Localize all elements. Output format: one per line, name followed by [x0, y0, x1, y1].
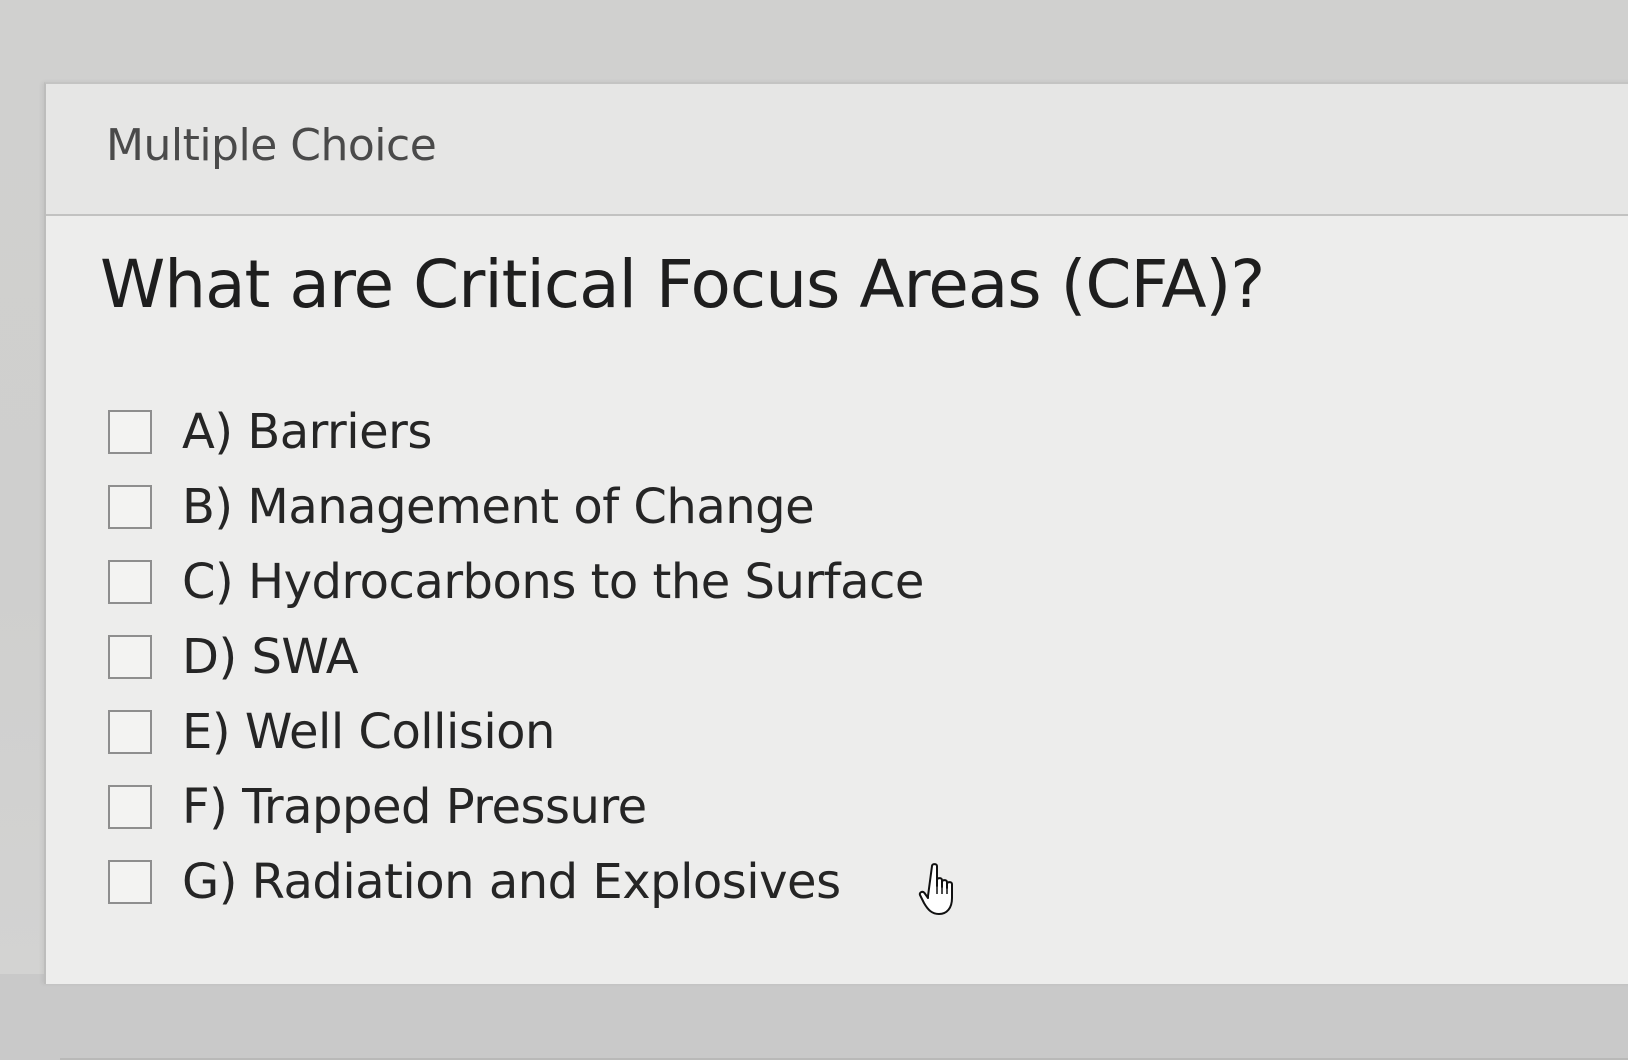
question-card: Multiple Choice What are Critical Focus …: [44, 82, 1628, 1060]
card-body: What are Critical Focus Areas (CFA)? A) …: [46, 216, 1628, 1060]
answer-option-e[interactable]: E) Well Collision: [108, 694, 924, 769]
answer-option-label: C) Hydrocarbons to the Surface: [182, 553, 924, 610]
checkbox-unchecked-icon[interactable]: [108, 634, 152, 679]
hand-pointer-icon: [918, 863, 953, 915]
answer-option-f[interactable]: F) Trapped Pressure: [108, 769, 924, 844]
answer-option-label: F) Trapped Pressure: [182, 778, 647, 835]
answer-option-a[interactable]: A) Barriers: [108, 394, 924, 469]
checkbox-unchecked-icon[interactable]: [108, 784, 152, 829]
answer-option-d[interactable]: D) SWA: [108, 619, 924, 694]
answer-option-label: D) SWA: [182, 628, 359, 685]
checkbox-unchecked-icon[interactable]: [108, 484, 152, 529]
answer-option-b[interactable]: B) Management of Change: [108, 469, 924, 544]
checkbox-unchecked-icon[interactable]: [108, 559, 152, 604]
answer-option-c[interactable]: C) Hydrocarbons to the Surface: [108, 544, 924, 619]
answer-options-list: A) Barriers B) Management of Change C) H…: [108, 394, 924, 919]
answer-option-g[interactable]: G) Radiation and Explosives: [108, 844, 924, 919]
answer-option-label: B) Management of Change: [182, 478, 815, 535]
question-type-label: Multiple Choice: [106, 120, 437, 171]
checkbox-unchecked-icon[interactable]: [108, 859, 152, 904]
answer-option-label: A) Barriers: [182, 403, 432, 460]
checkbox-unchecked-icon[interactable]: [108, 709, 152, 754]
answer-option-label: E) Well Collision: [182, 703, 555, 760]
card-header: Multiple Choice: [46, 84, 1628, 216]
answer-option-label: G) Radiation and Explosives: [182, 853, 841, 910]
question-text: What are Critical Focus Areas (CFA)?: [100, 246, 1265, 323]
checkbox-unchecked-icon[interactable]: [108, 409, 152, 454]
